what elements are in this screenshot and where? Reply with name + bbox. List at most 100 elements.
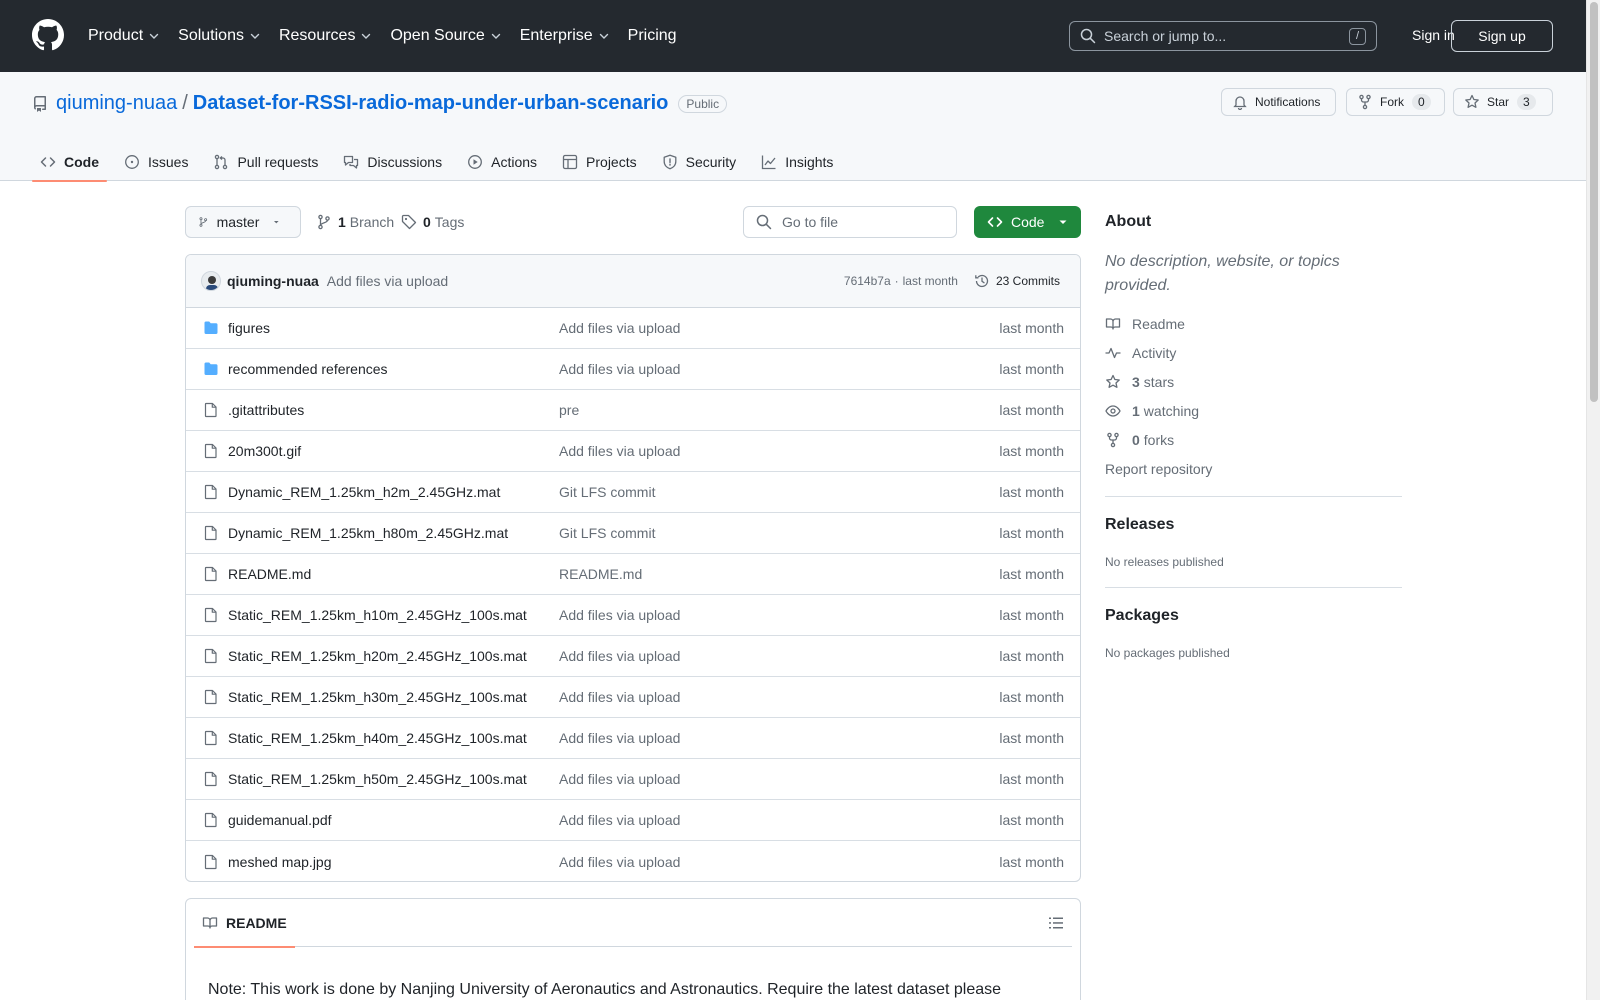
- notifications-button[interactable]: Notifications: [1221, 88, 1336, 116]
- branch-icon: [318, 214, 330, 230]
- file-name-link[interactable]: Static_REM_1.25km_h40m_2.45GHz_100s.mat: [228, 730, 558, 746]
- file-name-link[interactable]: recommended references: [228, 361, 558, 377]
- nav-item-label: Resources: [278, 27, 356, 44]
- code-dropdown-button[interactable]: Code: [974, 206, 1081, 238]
- commit-author-link[interactable]: qiuming-nuaa: [227, 273, 319, 289]
- tab-label: Insights: [785, 153, 834, 170]
- pulse-icon: [1105, 347, 1121, 359]
- report-repository-link[interactable]: Report repository: [1105, 461, 1212, 477]
- file-icon: [204, 730, 217, 746]
- file-name-link[interactable]: Static_REM_1.25km_h10m_2.45GHz_100s.mat: [228, 607, 558, 623]
- stars-link[interactable]: 3 stars: [1105, 374, 1174, 390]
- file-commit-date: last month: [999, 484, 1064, 500]
- file-name-link[interactable]: Dynamic_REM_1.25km_h80m_2.45GHz.mat: [228, 525, 558, 541]
- search-icon: [756, 214, 772, 230]
- file-icon: [204, 854, 217, 869]
- file-name-link[interactable]: Static_REM_1.25km_h30m_2.45GHz_100s.mat: [228, 689, 558, 705]
- file-name-link[interactable]: Static_REM_1.25km_h50m_2.45GHz_100s.mat: [228, 771, 558, 787]
- tab-insights[interactable]: Insights: [753, 142, 841, 181]
- packages-heading[interactable]: Packages: [1105, 607, 1179, 625]
- tab-label: Projects: [586, 153, 637, 170]
- nav-open-source[interactable]: Open Source: [390, 27, 501, 45]
- file-name-link[interactable]: 20m300t.gif: [228, 443, 558, 459]
- file-name-link[interactable]: Static_REM_1.25km_h20m_2.45GHz_100s.mat: [228, 648, 558, 664]
- forks-link[interactable]: 0 forks: [1105, 432, 1174, 448]
- tab-projects[interactable]: Projects: [554, 142, 645, 181]
- tab-label: Discussions: [367, 153, 443, 170]
- scrollbar-thumb[interactable]: [1590, 2, 1598, 402]
- nav-item-label: Pricing: [627, 27, 677, 44]
- table-icon: [562, 154, 578, 169]
- file-name-link[interactable]: README.md: [228, 566, 558, 582]
- nav-enterprise[interactable]: Enterprise: [520, 27, 610, 45]
- file-commit-message-link[interactable]: Add files via upload: [559, 443, 680, 459]
- nav-resources[interactable]: Resources: [279, 27, 372, 45]
- file-commit-message-link[interactable]: Git LFS commit: [559, 484, 655, 500]
- file-commit-message-link[interactable]: Add files via upload: [559, 648, 680, 664]
- graph-icon: [762, 155, 776, 169]
- file-commit-message-link[interactable]: Add files via upload: [559, 607, 680, 623]
- file-commit-message-link[interactable]: Add files via upload: [559, 361, 680, 377]
- file-commit-message-link[interactable]: Add files via upload: [559, 689, 680, 705]
- fork-button[interactable]: Fork 0: [1346, 88, 1445, 116]
- nav-pricing[interactable]: Pricing: [628, 27, 677, 45]
- commit-message-link[interactable]: Add files via upload: [327, 273, 448, 289]
- fork-label: Fork: [1380, 95, 1404, 109]
- file-commit-message-link[interactable]: Git LFS commit: [559, 525, 655, 541]
- table-row: Dynamic_REM_1.25km_h80m_2.45GHz.mat Git L…: [186, 513, 1080, 554]
- file-commit-message-link[interactable]: pre: [559, 402, 579, 418]
- file-icon: [204, 812, 217, 828]
- tab-actions[interactable]: Actions: [459, 142, 545, 181]
- file-name-link[interactable]: figures: [228, 320, 558, 336]
- star-button[interactable]: Star 3: [1453, 88, 1553, 116]
- branch-selector[interactable]: master: [185, 206, 301, 238]
- readme-tab[interactable]: README: [194, 899, 295, 948]
- file-commit-message-link[interactable]: README.md: [559, 566, 642, 582]
- file-commit-message-link[interactable]: Add files via upload: [559, 320, 680, 336]
- commits-history-link[interactable]: 23 Commits: [974, 273, 1060, 289]
- github-logo-icon[interactable]: [32, 19, 64, 51]
- file-name-link[interactable]: Dynamic_REM_1.25km_h2m_2.45GHz.mat: [228, 484, 558, 500]
- branch-name: master: [216, 214, 260, 230]
- file-name-link[interactable]: meshed map.jpg: [228, 854, 558, 870]
- page-scrollbar[interactable]: [1586, 0, 1600, 1000]
- releases-heading[interactable]: Releases: [1105, 516, 1174, 534]
- repo-owner-link[interactable]: qiuming-nuaa: [56, 92, 177, 115]
- list-toc-icon[interactable]: [1048, 915, 1064, 931]
- tab-code[interactable]: Code: [32, 142, 107, 182]
- sign-up-button[interactable]: Sign up: [1451, 20, 1553, 52]
- nav-product[interactable]: Product: [88, 27, 160, 45]
- search-input[interactable]: Search or jump to... /: [1069, 21, 1377, 51]
- file-name-link[interactable]: guidemanual.pdf: [228, 812, 558, 828]
- commit-hash-link[interactable]: 7614b7a: [844, 274, 891, 288]
- file-commit-message-link[interactable]: Add files via upload: [559, 812, 680, 828]
- readme-link[interactable]: Readme: [1105, 316, 1185, 332]
- go-to-file-input[interactable]: Go to file: [743, 206, 957, 238]
- tab-security[interactable]: Security: [654, 142, 745, 181]
- tags-link[interactable]: 0 Tags: [401, 214, 464, 230]
- table-row: recommended references Add files via uplo…: [186, 349, 1080, 390]
- tab-discussions[interactable]: Discussions: [335, 142, 450, 181]
- activity-link[interactable]: Activity: [1105, 345, 1176, 361]
- file-name-link[interactable]: .gitattributes: [228, 402, 558, 418]
- branches-link[interactable]: 1 Branch: [316, 214, 394, 230]
- avatar[interactable]: [201, 271, 221, 291]
- repo-name-link[interactable]: Dataset-for-RSSI-radio-map-under-urban-s…: [193, 92, 669, 115]
- latest-commit-row: qiuming-nuaa Add files via upload 7614b7…: [186, 255, 1080, 308]
- nav-solutions[interactable]: Solutions: [178, 27, 261, 45]
- file-commit-message-link[interactable]: Add files via upload: [559, 771, 680, 787]
- file-commit-message-link[interactable]: Add files via upload: [559, 730, 680, 746]
- shield-icon: [663, 154, 677, 169]
- watchers-link[interactable]: 1 watching: [1105, 403, 1199, 419]
- tab-pull-requests[interactable]: Pull requests: [205, 142, 326, 181]
- caret-down-icon: [274, 221, 280, 224]
- file-commit-date: last month: [999, 607, 1064, 623]
- tab-issues[interactable]: Issues: [116, 142, 196, 181]
- sign-in-link[interactable]: Sign in: [1412, 27, 1455, 43]
- table-row: Static_REM_1.25km_h40m_2.45GHz_100s.mat A…: [186, 718, 1080, 759]
- readme-box: README Note: This work is done by Nanjin…: [185, 898, 1081, 1000]
- branch-count: 1: [338, 214, 346, 230]
- packages-empty-text: No packages published: [1105, 646, 1230, 660]
- file-commit-message-link[interactable]: Add files via upload: [559, 854, 680, 870]
- book-icon: [1105, 318, 1121, 330]
